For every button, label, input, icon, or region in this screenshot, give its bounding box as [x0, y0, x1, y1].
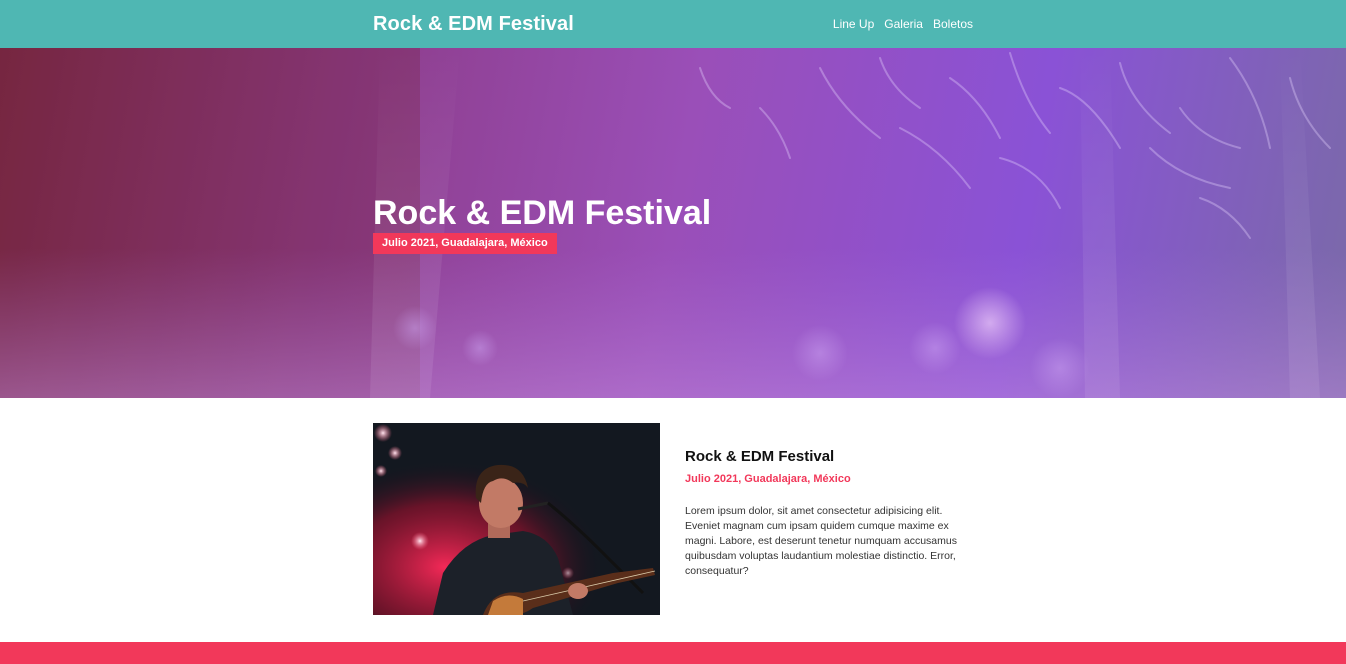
- about-section: Rock & EDM Festival Julio 2021, Guadalaj…: [0, 398, 1346, 642]
- hero-section: Rock & EDM Festival Julio 2021, Guadalaj…: [0, 48, 1346, 398]
- about-title: Rock & EDM Festival: [685, 448, 835, 465]
- header-inner: Rock & EDM Festival Line Up Galeria Bole…: [373, 0, 973, 48]
- guitarist-singer-photo: [373, 423, 660, 615]
- main-nav: Line Up Galeria Boletos: [833, 17, 973, 31]
- about-description: Lorem ipsum dolor, sit amet consectetur …: [685, 505, 957, 577]
- nav-link-line-up[interactable]: Line Up: [833, 17, 874, 31]
- site-header: Rock & EDM Festival Line Up Galeria Bole…: [0, 0, 1346, 48]
- brand-logo-link[interactable]: Rock & EDM Festival: [373, 13, 574, 36]
- hero-content: Rock & EDM Festival Julio 2021, Guadalaj…: [373, 193, 711, 254]
- nav-link-galeria[interactable]: Galeria: [884, 17, 923, 31]
- hero-title: Rock & EDM Festival: [373, 194, 712, 232]
- about-info: Rock & EDM Festival Julio 2021, Guadalaj…: [685, 447, 970, 579]
- nav-link-boletos[interactable]: Boletos: [933, 17, 973, 31]
- footer-strip: [0, 642, 1346, 664]
- about-date: Julio 2021, Guadalajara, México: [685, 473, 851, 485]
- hero-date-badge: Julio 2021, Guadalajara, México: [373, 233, 557, 254]
